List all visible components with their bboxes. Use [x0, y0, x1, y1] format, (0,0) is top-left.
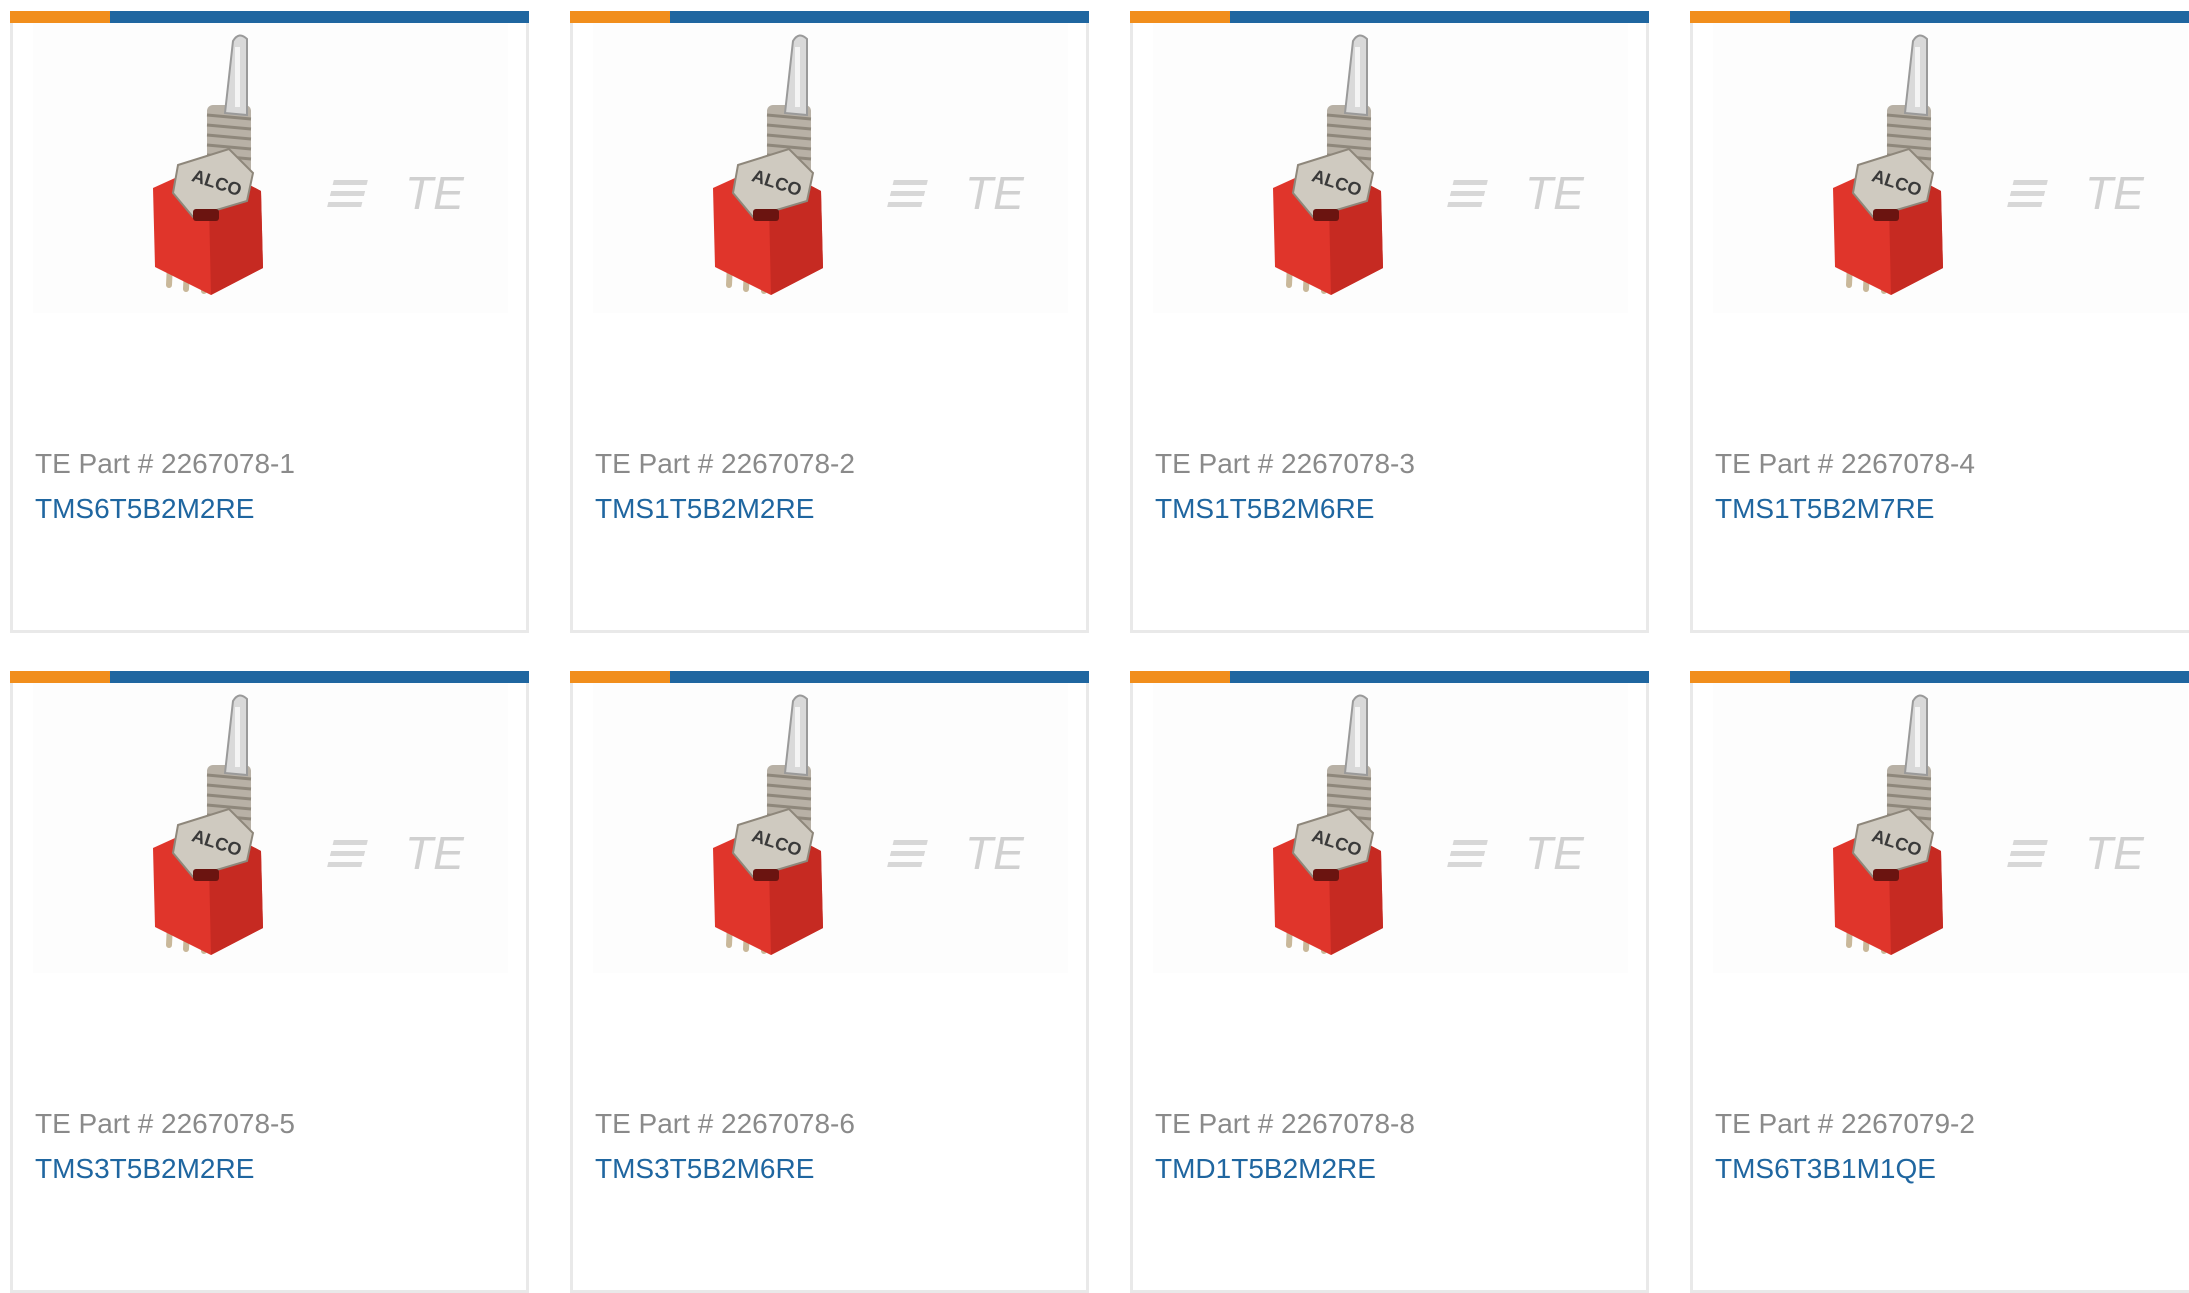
te-logo-watermark: TE	[327, 827, 465, 879]
svg-text:TE: TE	[965, 827, 1025, 879]
te-logo-watermark: TE	[1447, 167, 1585, 219]
product-name-link[interactable]: TMS3T5B2M6RE	[595, 1153, 814, 1185]
card-top-accent	[1690, 671, 1790, 683]
product-card[interactable]: ALCO TE TE Part # 2267078-6 TMS3T5B2M6RE	[570, 671, 1089, 1293]
te-part-number: TE Part # 2267078-3	[1155, 448, 1415, 479]
product-image[interactable]: ALCO TE	[1153, 23, 1628, 313]
card-top-bar	[10, 11, 529, 23]
te-part-number: TE Part # 2267078-5	[35, 1108, 295, 1139]
product-name-link[interactable]: TMS6T3B1M1QE	[1715, 1153, 1936, 1185]
te-part-number: TE Part # 2267078-8	[1155, 1108, 1415, 1139]
card-top-bar	[1130, 11, 1649, 23]
card-top-accent	[1690, 11, 1790, 23]
svg-text:TE: TE	[1525, 167, 1585, 219]
toggle-switch-icon: ALCO	[1273, 694, 1383, 955]
product-card[interactable]: ALCO TE TE Part # 2267078-1 TMS6T5B2M2RE	[10, 11, 529, 633]
card-top-accent	[10, 11, 110, 23]
card-top-bar	[570, 11, 1089, 23]
te-part-number: TE Part # 2267078-6	[595, 1108, 855, 1139]
product-image[interactable]: ALCO TE	[593, 23, 1068, 313]
svg-text:TE: TE	[1525, 827, 1585, 879]
card-top-bar	[1130, 671, 1649, 683]
card-top-accent	[570, 11, 670, 23]
product-image[interactable]: ALCO TE	[1713, 23, 2188, 313]
product-name-link[interactable]: TMS1T5B2M6RE	[1155, 493, 1374, 525]
toggle-switch-icon: ALCO	[153, 694, 263, 955]
product-name-link[interactable]: TMD1T5B2M2RE	[1155, 1153, 1376, 1185]
te-logo-watermark: TE	[1447, 827, 1585, 879]
product-card[interactable]: ALCO TE TE Part # 2267078-2 TMS1T5B2M2RE	[570, 11, 1089, 633]
svg-text:TE: TE	[405, 827, 465, 879]
svg-text:TE: TE	[965, 167, 1025, 219]
toggle-switch-icon: ALCO	[1833, 694, 1943, 955]
product-name-link[interactable]: TMS3T5B2M2RE	[35, 1153, 254, 1185]
te-logo-watermark: TE	[887, 827, 1025, 879]
product-card[interactable]: ALCO TE TE Part # 2267078-5 TMS3T5B2M2RE	[10, 671, 529, 1293]
svg-text:TE: TE	[405, 167, 465, 219]
toggle-switch-icon: ALCO	[1833, 34, 1943, 295]
te-logo-watermark: TE	[2007, 827, 2145, 879]
product-card[interactable]: ALCO TE TE Part # 2267078-4 TMS1T5B2M7RE	[1690, 11, 2189, 633]
product-name-link[interactable]: TMS1T5B2M7RE	[1715, 493, 1934, 525]
card-top-bar	[1690, 11, 2189, 23]
card-top-accent	[10, 671, 110, 683]
card-top-accent	[570, 671, 670, 683]
card-top-bar	[10, 671, 529, 683]
te-logo-watermark: TE	[327, 167, 465, 219]
product-name-link[interactable]: TMS6T5B2M2RE	[35, 493, 254, 525]
product-image[interactable]: ALCO TE	[593, 683, 1068, 973]
toggle-switch-icon: ALCO	[713, 34, 823, 295]
card-top-bar	[1690, 671, 2189, 683]
te-part-number: TE Part # 2267078-2	[595, 448, 855, 479]
card-top-accent	[1130, 671, 1230, 683]
product-image[interactable]: ALCO TE	[1713, 683, 2188, 973]
card-top-bar	[570, 671, 1089, 683]
product-image[interactable]: ALCO TE	[33, 683, 508, 973]
toggle-switch-icon: ALCO	[153, 34, 263, 295]
svg-text:TE: TE	[2085, 827, 2145, 879]
product-grid: ALCO TE TE Part # 2267078-1 TMS6T5B2M2RE	[10, 11, 2189, 1293]
product-card[interactable]: ALCO TE TE Part # 2267078-3 TMS1T5B2M6RE	[1130, 11, 1649, 633]
toggle-switch-icon: ALCO	[713, 694, 823, 955]
product-image[interactable]: ALCO TE	[33, 23, 508, 313]
product-name-link[interactable]: TMS1T5B2M2RE	[595, 493, 814, 525]
product-card[interactable]: ALCO TE TE Part # 2267078-8 TMD1T5B2M2RE	[1130, 671, 1649, 1293]
te-part-number: TE Part # 2267078-1	[35, 448, 295, 479]
toggle-switch-icon: ALCO	[1273, 34, 1383, 295]
card-top-accent	[1130, 11, 1230, 23]
product-card[interactable]: ALCO TE TE Part # 2267079-2 TMS6T3B1M1QE	[1690, 671, 2189, 1293]
svg-text:TE: TE	[2085, 167, 2145, 219]
te-part-number: TE Part # 2267079-2	[1715, 1108, 1975, 1139]
product-image[interactable]: ALCO TE	[1153, 683, 1628, 973]
te-part-number: TE Part # 2267078-4	[1715, 448, 1975, 479]
te-logo-watermark: TE	[2007, 167, 2145, 219]
te-logo-watermark: TE	[887, 167, 1025, 219]
